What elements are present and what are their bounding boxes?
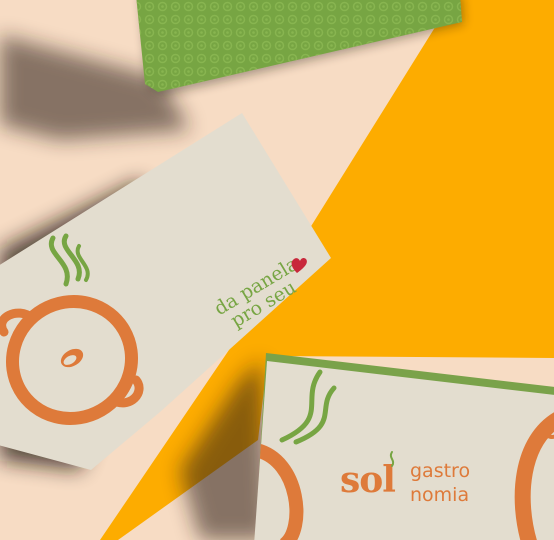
logo-line-1: gastro bbox=[410, 460, 470, 482]
logo-word: sol bbox=[340, 459, 395, 501]
business-card-mockup-scene: da panela pro seu sol gastro nomia bbox=[0, 0, 554, 540]
logo-line-2: nomia bbox=[410, 484, 469, 506]
